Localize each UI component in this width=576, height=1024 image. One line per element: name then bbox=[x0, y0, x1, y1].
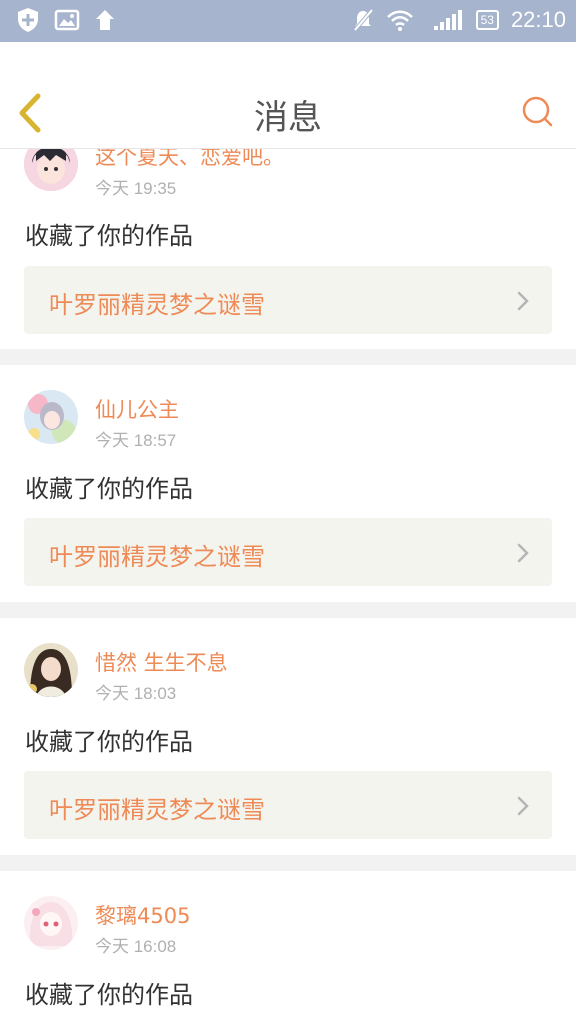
username[interactable]: 这个夏天、恋爱吧。 bbox=[95, 149, 284, 171]
username[interactable]: 黎璃4505 bbox=[95, 900, 190, 930]
page-title: 消息 bbox=[254, 98, 322, 138]
image-icon bbox=[54, 9, 80, 31]
avatar[interactable] bbox=[24, 390, 78, 444]
work-title: 叶罗丽精灵梦之谜雪 bbox=[49, 291, 265, 319]
username[interactable]: 惜然 生生不息 bbox=[95, 647, 228, 677]
action-text: 收藏了你的作品 bbox=[25, 222, 193, 250]
search-icon bbox=[522, 96, 553, 127]
message-time: 今天 18:03 bbox=[95, 684, 177, 703]
work-link[interactable]: 叶罗丽精灵梦之谜雪 bbox=[24, 771, 552, 839]
list-item: 黎璃4505 今天 16:08 收藏了你的作品 bbox=[0, 871, 576, 1024]
status-bar-left bbox=[16, 7, 116, 33]
avatar[interactable] bbox=[24, 149, 78, 191]
work-title: 叶罗丽精灵梦之谜雪 bbox=[49, 796, 265, 824]
work-link[interactable]: 叶罗丽精灵梦之谜雪 bbox=[24, 518, 552, 586]
username[interactable]: 仙儿公主 bbox=[95, 394, 179, 424]
message-time: 今天 18:57 bbox=[95, 431, 177, 450]
mute-icon bbox=[353, 8, 374, 32]
chevron-right-icon bbox=[517, 543, 529, 563]
chevron-right-icon bbox=[517, 291, 529, 311]
action-text: 收藏了你的作品 bbox=[25, 981, 193, 1009]
app-header: 消息 bbox=[0, 42, 576, 149]
search-button[interactable] bbox=[520, 94, 554, 128]
chevron-right-icon bbox=[517, 796, 529, 816]
action-text: 收藏了你的作品 bbox=[25, 728, 193, 756]
divider bbox=[0, 602, 576, 618]
avatar[interactable] bbox=[24, 643, 78, 697]
divider bbox=[0, 855, 576, 871]
shield-icon bbox=[18, 8, 38, 32]
battery-icon: 53 bbox=[475, 10, 499, 30]
list-item: 这个夏天、恋爱吧。 今天 19:35 收藏了你的作品 叶罗丽精灵梦之谜雪 bbox=[0, 149, 576, 349]
upload-arrow-icon bbox=[96, 10, 114, 30]
status-bar-right: 53 22:10 bbox=[352, 7, 566, 33]
status-bar: 53 22:10 bbox=[0, 0, 576, 42]
list-item: 仙儿公主 今天 18:57 收藏了你的作品 叶罗丽精灵梦之谜雪 bbox=[0, 365, 576, 602]
wifi-icon bbox=[386, 10, 413, 31]
avatar[interactable] bbox=[24, 896, 78, 950]
signal-icon bbox=[433, 10, 462, 30]
list-item: 惜然 生生不息 今天 18:03 收藏了你的作品 叶罗丽精灵梦之谜雪 bbox=[0, 618, 576, 855]
status-time: 22:10 bbox=[510, 7, 566, 32]
message-time: 今天 19:35 bbox=[95, 179, 177, 198]
message-list[interactable]: 这个夏天、恋爱吧。 今天 19:35 收藏了你的作品 叶罗丽精灵梦之谜雪 仙儿公… bbox=[0, 149, 576, 1024]
work-link[interactable]: 叶罗丽精灵梦之谜雪 bbox=[24, 266, 552, 334]
action-text: 收藏了你的作品 bbox=[25, 475, 193, 503]
message-time: 今天 16:08 bbox=[95, 937, 177, 956]
work-title: 叶罗丽精灵梦之谜雪 bbox=[49, 543, 265, 571]
divider bbox=[0, 349, 576, 365]
